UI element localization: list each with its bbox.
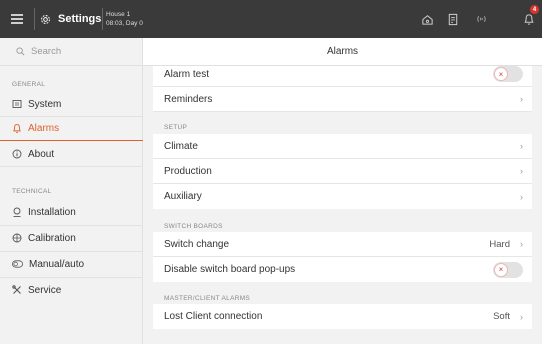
row-label: Reminders [164, 93, 213, 105]
chevron-right-icon: › [520, 239, 523, 249]
notifications-button[interactable]: 4 [520, 5, 539, 28]
auxiliary-row[interactable]: Auxiliary › [153, 184, 532, 209]
settings-label: Settings [58, 13, 102, 25]
sidebar-item-label: Manual/auto [29, 258, 85, 270]
alarm-test-row[interactable]: Alarm test × [153, 62, 532, 87]
info-icon [12, 149, 22, 159]
chevron-right-icon: › [520, 191, 523, 202]
installation-icon [13, 207, 21, 217]
system-icon [12, 100, 22, 108]
switch-boards-section-header: SWITCH BOARDS [164, 223, 223, 230]
sidebar-item-label: System [28, 98, 62, 110]
row-label: Disable switch board pop-ups [164, 264, 296, 275]
sidebar-item-label: Installation [28, 206, 76, 218]
menu-button[interactable] [0, 0, 34, 38]
sidebar-item-label: Service [28, 284, 62, 296]
sidebar-item-label: Alarms [28, 123, 60, 134]
sidebar-item-installation[interactable]: Installation [0, 200, 143, 224]
row-label: Climate [164, 140, 198, 152]
home-icon [421, 14, 433, 25]
switch-boards-card: Switch change Hard › Disable switch boar… [153, 232, 532, 282]
toggle-off-icon: × [494, 262, 508, 277]
house-name: House 1 [106, 11, 131, 18]
menu-icon [11, 14, 23, 24]
reminders-row[interactable]: Reminders › [153, 87, 532, 112]
bell-icon [13, 124, 21, 134]
service-icon [12, 285, 21, 294]
chevron-right-icon: › [520, 141, 523, 151]
sidebar: Search GENERAL System Alarms About TECHN… [0, 38, 143, 344]
house-time: 08:03, Day 0 [106, 20, 143, 27]
master-client-section-header: MASTER/CLIENT ALARMS [164, 295, 251, 302]
row-label: Auxiliary [164, 191, 202, 202]
alarms-settings-panel: Alarm test × Reminders › SETUP Climate ›… [143, 66, 542, 344]
search-icon [16, 47, 25, 56]
sidebar-item-about[interactable]: About [0, 142, 143, 166]
setup-section-header: SETUP [164, 124, 188, 131]
calibration-icon [12, 233, 22, 243]
climate-row[interactable]: Climate › [153, 134, 532, 159]
master-client-card: Lost Client connection Soft › [153, 304, 532, 329]
top-bar: Settings House 1 08:03, Day 0 4 [0, 0, 542, 38]
settings-gear-icon [41, 14, 50, 24]
alarms-general-card: Alarm test × Reminders › [153, 66, 532, 112]
sidebar-item-system[interactable]: System [0, 92, 143, 116]
chevron-right-icon: › [520, 166, 523, 176]
document-button[interactable] [444, 10, 462, 28]
home-button[interactable] [418, 10, 436, 28]
lost-client-connection-row[interactable]: Lost Client connection Soft › [153, 304, 532, 329]
switch-change-value: Hard [489, 238, 510, 250]
row-label: Alarm test [164, 68, 210, 80]
disable-popups-toggle[interactable]: × [493, 261, 523, 278]
search-input[interactable]: Search [0, 38, 143, 66]
disable-popups-row[interactable]: Disable switch board pop-ups × [153, 257, 532, 282]
sidebar-item-label: Calibration [28, 232, 76, 244]
row-label: Lost Client connection [164, 311, 263, 322]
sidebar-item-manual-auto[interactable]: Manual/auto [0, 252, 143, 276]
lost-client-value: Soft [493, 311, 510, 322]
search-placeholder: Search [31, 46, 62, 57]
signal-button[interactable] [472, 10, 490, 28]
sidebar-item-label: About [28, 148, 55, 160]
alarm-test-toggle[interactable]: × [493, 66, 523, 82]
nav-separator [0, 166, 143, 167]
signal-icon [476, 15, 486, 23]
setup-card: Climate › Production › Auxiliary › [153, 134, 532, 209]
manual-auto-icon [12, 260, 23, 268]
switch-change-row[interactable]: Switch change Hard › [153, 232, 532, 257]
row-label: Switch change [164, 238, 230, 250]
topbar-divider [102, 8, 103, 30]
general-section-header: GENERAL [12, 81, 46, 88]
sidebar-item-service[interactable]: Service [0, 278, 143, 302]
settings-tab[interactable]: Settings [40, 0, 101, 38]
sidebar-item-alarms[interactable]: Alarms [0, 117, 143, 141]
chevron-right-icon: › [520, 94, 523, 104]
toggle-off-icon: × [494, 67, 508, 81]
document-icon [448, 13, 458, 25]
bell-icon [524, 13, 534, 25]
sidebar-item-calibration[interactable]: Calibration [0, 226, 143, 250]
house-info[interactable]: House 1 08:03, Day 0 [106, 10, 143, 28]
chevron-right-icon: › [520, 311, 523, 322]
technical-section-header: TECHNICAL [12, 188, 52, 195]
row-label: Production [164, 165, 212, 177]
notification-badge: 4 [530, 5, 539, 14]
topbar-divider [34, 8, 35, 30]
production-row[interactable]: Production › [153, 159, 532, 184]
